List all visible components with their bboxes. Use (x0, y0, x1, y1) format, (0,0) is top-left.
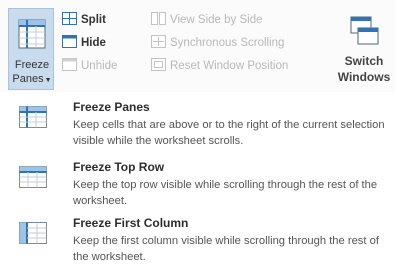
split-icon (62, 12, 77, 28)
view-side-by-side-label: View Side by Side (170, 14, 263, 26)
freeze-panes-icon (18, 19, 46, 58)
menu-item-description: Keep the top row visible while scrolling… (73, 179, 378, 207)
hide-label: Hide (81, 37, 106, 49)
freeze-panes-button[interactable]: Freeze Panes▼ (8, 8, 54, 90)
view-side-by-side-button[interactable]: View Side by Side (151, 11, 262, 29)
menu-item-title: Freeze Panes (73, 100, 150, 114)
freeze-top-row-icon (19, 166, 47, 193)
side-by-side-icon (151, 12, 166, 28)
menu-item-freeze-panes[interactable]: Freeze Panes Keep cells that are above o… (0, 96, 395, 152)
freeze-panes-menu: Freeze Panes Keep cells that are above o… (0, 92, 395, 269)
switch-windows-label-line2: Windows (337, 70, 391, 84)
unhide-label: Unhide (81, 60, 118, 72)
menu-item-description: Keep cells that are above or to the righ… (73, 119, 385, 147)
menu-item-title: Freeze Top Row (73, 160, 165, 174)
switch-windows-label-line1: Switch (344, 54, 384, 68)
unhide-icon (62, 58, 77, 74)
menu-item-freeze-top-row[interactable]: Freeze Top Row Keep the top row visible … (0, 156, 395, 212)
switch-windows-icon (350, 16, 380, 55)
menu-item-title: Freeze First Column (73, 216, 189, 230)
freeze-first-column-icon (19, 222, 47, 249)
reset-window-position-label: Reset Window Position (170, 60, 289, 72)
switch-windows-button[interactable]: Switch Windows (336, 12, 392, 88)
freeze-panes-label-line1: Freeze (14, 59, 50, 71)
freeze-panes-icon (19, 106, 47, 133)
reset-window-position-button[interactable]: Reset Window Position (151, 57, 288, 75)
synchronous-scrolling-label: Synchronous Scrolling (170, 37, 285, 49)
hide-button[interactable]: Hide (62, 34, 106, 52)
freeze-panes-label-text: Panes (12, 73, 44, 85)
hide-icon (62, 35, 77, 51)
ribbon-window-group: Freeze Panes▼ Split Hide Unhide View Sid… (0, 0, 395, 93)
sync-scroll-icon (151, 35, 166, 51)
excel-view-window-group: Freeze Panes▼ Split Hide Unhide View Sid… (0, 0, 395, 269)
menu-item-freeze-first-column[interactable]: Freeze First Column Keep the first colum… (0, 212, 395, 268)
unhide-button[interactable]: Unhide (62, 57, 117, 75)
freeze-panes-label-line2: Panes▼ (9, 73, 55, 85)
split-button[interactable]: Split (62, 11, 106, 29)
menu-item-description: Keep the first column visible while scro… (73, 235, 379, 263)
split-label: Split (81, 14, 106, 26)
synchronous-scrolling-button[interactable]: Synchronous Scrolling (151, 34, 284, 52)
reset-window-icon (151, 58, 166, 74)
chevron-down-icon: ▼ (44, 77, 52, 84)
